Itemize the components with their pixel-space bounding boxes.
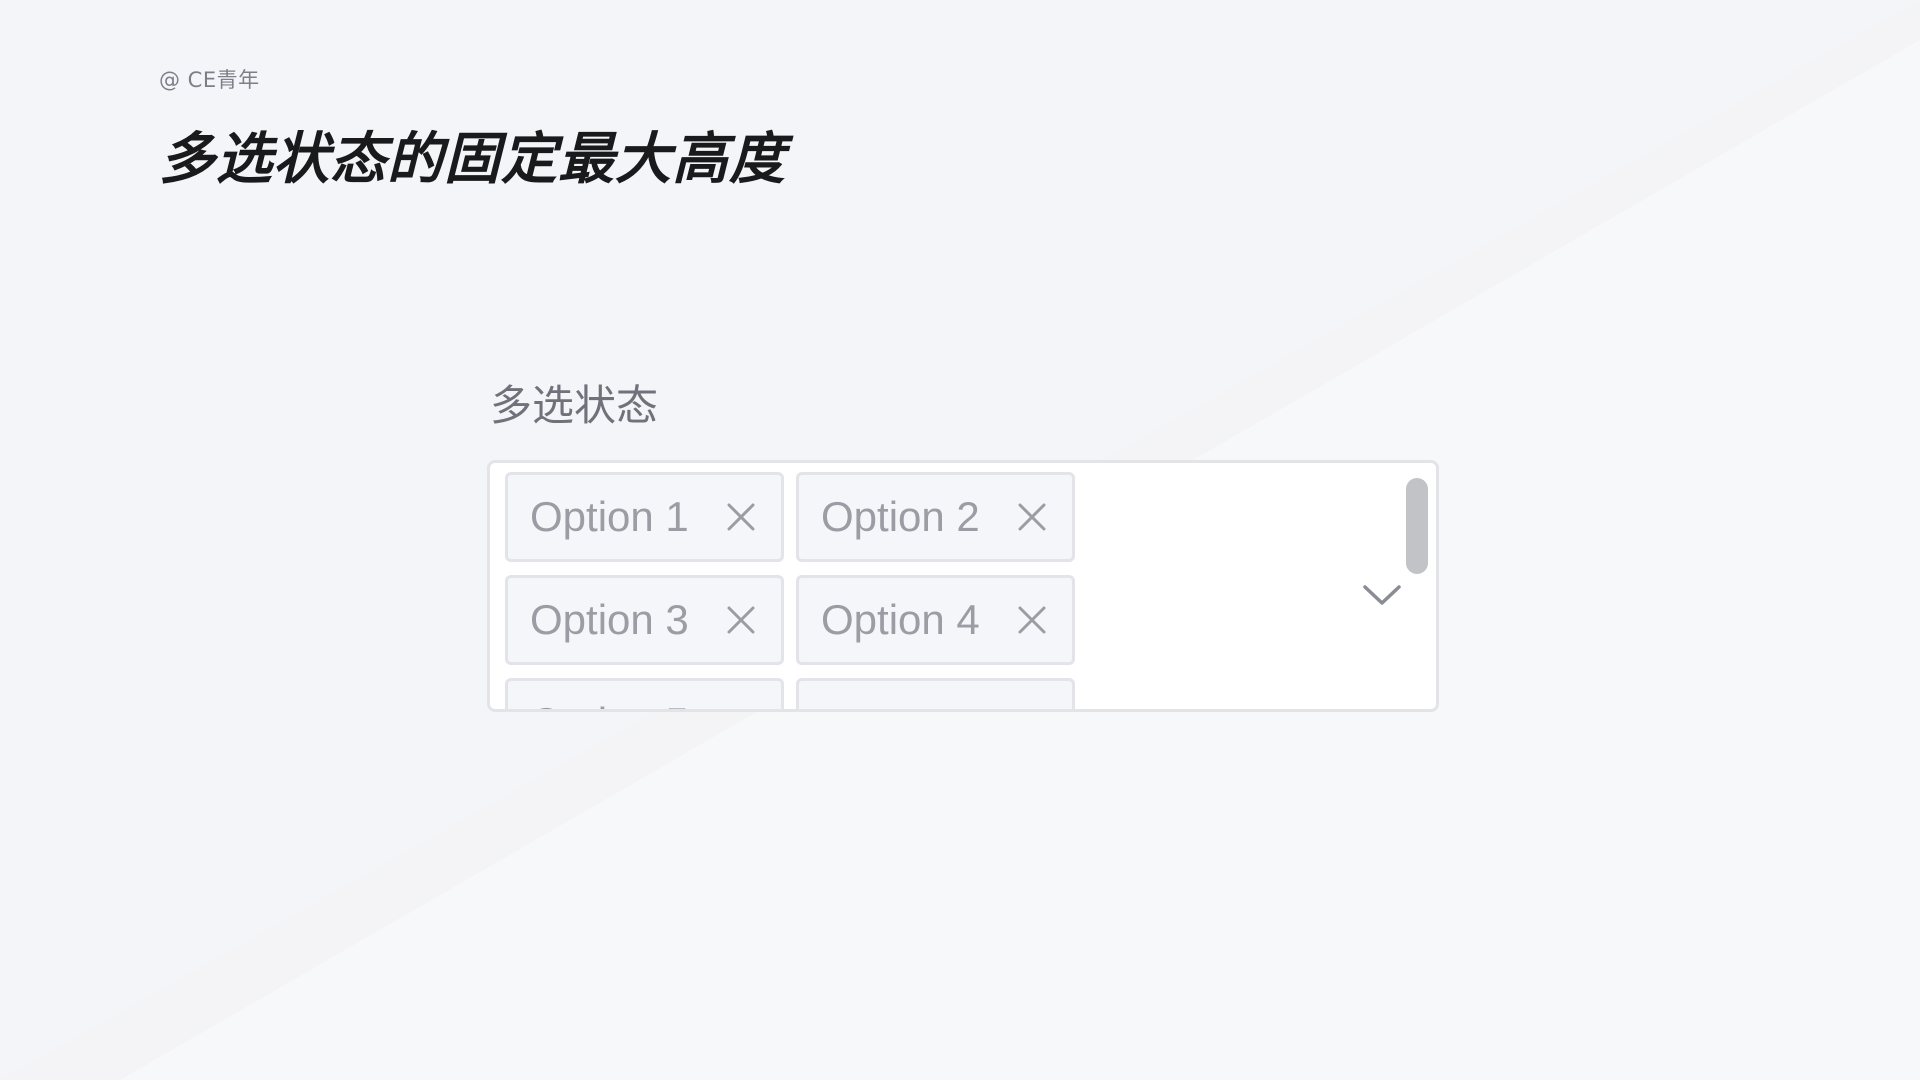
close-icon[interactable] bbox=[724, 603, 758, 637]
tag-option-1: Option 1 bbox=[505, 472, 784, 562]
tag-option-5: Option 5 bbox=[505, 678, 784, 709]
author-credit: @ CE青年 bbox=[159, 68, 260, 92]
close-icon[interactable] bbox=[1015, 500, 1049, 534]
tag-option-4: Option 4 bbox=[796, 575, 1075, 665]
close-icon[interactable] bbox=[1015, 603, 1049, 637]
close-icon[interactable] bbox=[724, 706, 758, 709]
multi-select-box[interactable]: Option 1 Option 2 Option 3 Option 4 Opti… bbox=[487, 460, 1439, 712]
close-icon[interactable] bbox=[724, 500, 758, 534]
page-title: 多选状态的固定最大高度 bbox=[159, 127, 786, 192]
tag-option-6 bbox=[796, 678, 1075, 709]
tag-option-3: Option 3 bbox=[505, 575, 784, 665]
tag-label: Option 1 bbox=[530, 493, 689, 540]
tag-label: Option 5 bbox=[530, 699, 689, 709]
chevron-down-icon[interactable] bbox=[1360, 573, 1404, 617]
tag-option-2: Option 2 bbox=[796, 472, 1075, 562]
section-label: 多选状态 bbox=[490, 381, 659, 430]
tag-label: Option 3 bbox=[530, 596, 689, 643]
scrollbar-thumb[interactable] bbox=[1406, 478, 1428, 574]
tag-area: Option 1 Option 2 Option 3 Option 4 Opti… bbox=[505, 472, 1365, 709]
tag-label: Option 4 bbox=[821, 596, 980, 643]
tag-label: Option 2 bbox=[821, 493, 980, 540]
